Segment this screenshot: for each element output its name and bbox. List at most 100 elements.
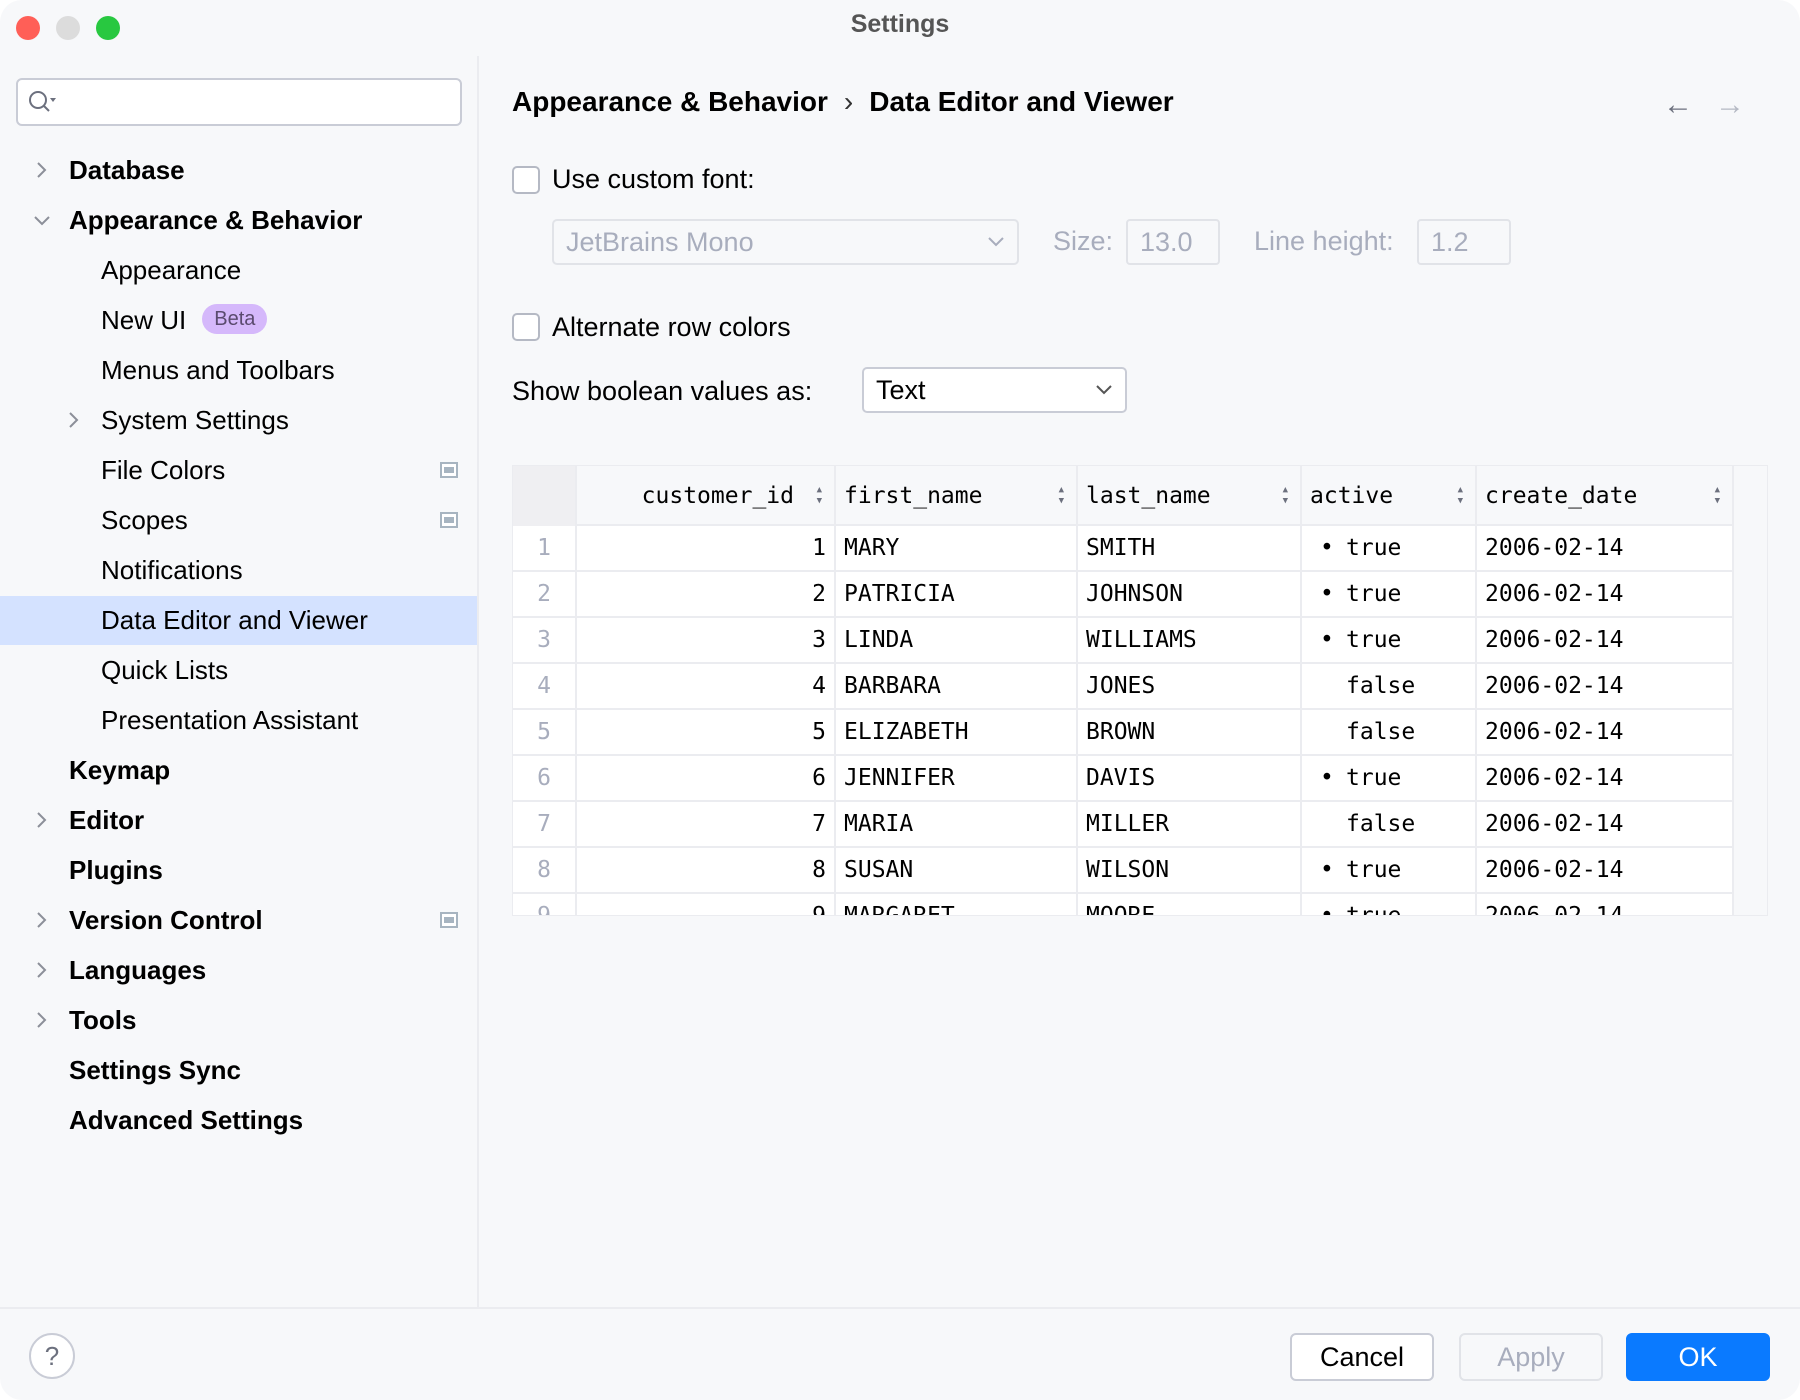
line-height-input[interactable]: 1.2 [1417, 219, 1511, 265]
cell-customer_id[interactable]: 6 [577, 756, 836, 800]
sidebar-item-settings-sync[interactable]: Settings Sync [0, 1046, 477, 1095]
size-input[interactable]: 13.0 [1126, 219, 1220, 265]
sidebar-item-appearance[interactable]: Appearance [0, 246, 477, 295]
cell-active[interactable]: • true [1302, 618, 1477, 662]
sidebar-item-languages[interactable]: Languages [0, 946, 477, 995]
sidebar-item-tools[interactable]: Tools [0, 996, 477, 1045]
cell-customer_id[interactable]: 9 [577, 894, 836, 915]
table-row[interactable]: 2 2 PATRICIA JOHNSON • true 2006-02-14 [513, 572, 1734, 618]
sidebar-item-menus-and-toolbars[interactable]: Menus and Toolbars [0, 346, 477, 395]
cell-active[interactable]: •false [1302, 802, 1477, 846]
cell-first_name[interactable]: LINDA [836, 618, 1078, 662]
column-header-customer_id[interactable]: customer_id ▲ ▼ [577, 466, 836, 526]
sort-arrows-icon[interactable]: ▲ ▼ [1458, 466, 1463, 507]
use-custom-font-checkbox[interactable] [512, 166, 540, 194]
chevron-right-icon[interactable] [32, 946, 52, 995]
sidebar-item-version-control[interactable]: Version Control [0, 896, 477, 945]
cell-active[interactable]: • true [1302, 848, 1477, 892]
chevron-right-icon[interactable] [32, 896, 52, 945]
cell-first_name[interactable]: MARIA [836, 802, 1078, 846]
chevron-right-icon[interactable] [32, 996, 52, 1045]
sidebar-item-database[interactable]: Database [0, 146, 477, 195]
cell-customer_id[interactable]: 1 [577, 526, 836, 570]
sort-arrows-icon[interactable]: ▲ ▼ [1059, 466, 1064, 507]
cell-customer_id[interactable]: 7 [577, 802, 836, 846]
table-row[interactable]: 7 7 MARIA MILLER •false 2006-02-14 [513, 802, 1734, 848]
sidebar-item-plugins[interactable]: Plugins [0, 846, 477, 895]
cell-first_name[interactable]: JENNIFER [836, 756, 1078, 800]
cancel-button[interactable]: Cancel [1290, 1333, 1434, 1381]
boolean-values-dropdown[interactable]: Text [862, 367, 1127, 413]
sidebar-item-new-ui[interactable]: New UI Beta [0, 296, 477, 345]
apply-button[interactable]: Apply [1459, 1333, 1603, 1381]
cell-first_name[interactable]: SUSAN [836, 848, 1078, 892]
sidebar-item-presentation-assistant[interactable]: Presentation Assistant [0, 696, 477, 745]
sort-arrows-icon[interactable]: ▲ ▼ [817, 466, 822, 507]
back-arrow-icon[interactable]: ← [1663, 88, 1693, 122]
cell-last_name[interactable]: MOORE [1078, 894, 1302, 915]
cell-last_name[interactable]: MILLER [1078, 802, 1302, 846]
cell-last_name[interactable]: JOHNSON [1078, 572, 1302, 616]
cell-active[interactable]: •false [1302, 710, 1477, 754]
sidebar-item-editor[interactable]: Editor [0, 796, 477, 845]
cell-first_name[interactable]: MARGARET [836, 894, 1078, 915]
chevron-right-icon[interactable] [32, 796, 52, 845]
cell-first_name[interactable]: PATRICIA [836, 572, 1078, 616]
column-header-first_name[interactable]: first_name ▲ ▼ [836, 466, 1078, 526]
cell-active[interactable]: • true [1302, 894, 1477, 915]
search-input[interactable] [16, 78, 462, 126]
cell-create_date[interactable]: 2006-02-14 [1477, 848, 1734, 892]
cell-last_name[interactable]: BROWN [1078, 710, 1302, 754]
sidebar-item-system-settings[interactable]: System Settings [0, 396, 477, 445]
cell-last_name[interactable]: SMITH [1078, 526, 1302, 570]
table-row[interactable]: 5 5 ELIZABETH BROWN •false 2006-02-14 [513, 710, 1734, 756]
cell-active[interactable]: •false [1302, 664, 1477, 708]
column-header-last_name[interactable]: last_name ▲ ▼ [1078, 466, 1302, 526]
cell-customer_id[interactable]: 2 [577, 572, 836, 616]
cell-last_name[interactable]: WILLIAMS [1078, 618, 1302, 662]
table-row[interactable]: 9 9 MARGARET MOORE • true 2006-02-14 [513, 894, 1734, 915]
cell-last_name[interactable]: JONES [1078, 664, 1302, 708]
cell-create_date[interactable]: 2006-02-14 [1477, 756, 1734, 800]
cell-customer_id[interactable]: 8 [577, 848, 836, 892]
sidebar-item-file-colors[interactable]: File Colors [0, 446, 477, 495]
chevron-down-icon[interactable] [32, 196, 52, 245]
column-header-create_date[interactable]: create_date ▲ ▼ [1477, 466, 1734, 526]
ok-button[interactable]: OK [1626, 1333, 1770, 1381]
cell-customer_id[interactable]: 4 [577, 664, 836, 708]
table-row[interactable]: 1 1 MARY SMITH • true 2006-02-14 [513, 526, 1734, 572]
cell-create_date[interactable]: 2006-02-14 [1477, 526, 1734, 570]
cell-create_date[interactable]: 2006-02-14 [1477, 618, 1734, 662]
chevron-right-icon[interactable] [64, 396, 84, 445]
table-row[interactable]: 3 3 LINDA WILLIAMS • true 2006-02-14 [513, 618, 1734, 664]
sidebar-item-appearance-behavior[interactable]: Appearance & Behavior [0, 196, 477, 245]
cell-customer_id[interactable]: 3 [577, 618, 836, 662]
cell-create_date[interactable]: 2006-02-14 [1477, 572, 1734, 616]
cell-last_name[interactable]: WILSON [1078, 848, 1302, 892]
font-family-dropdown[interactable]: JetBrains Mono [552, 219, 1019, 265]
sidebar-item-scopes[interactable]: Scopes [0, 496, 477, 545]
sidebar-item-advanced-settings[interactable]: Advanced Settings [0, 1096, 477, 1145]
forward-arrow-icon[interactable]: → [1715, 88, 1745, 122]
sidebar-item-notifications[interactable]: Notifications [0, 546, 477, 595]
sort-arrows-icon[interactable]: ▲ ▼ [1283, 466, 1288, 507]
chevron-right-icon[interactable] [32, 146, 52, 195]
table-row[interactable]: 6 6 JENNIFER DAVIS • true 2006-02-14 [513, 756, 1734, 802]
cell-first_name[interactable]: BARBARA [836, 664, 1078, 708]
cell-customer_id[interactable]: 5 [577, 710, 836, 754]
cell-active[interactable]: • true [1302, 526, 1477, 570]
sort-arrows-icon[interactable]: ▲ ▼ [1715, 466, 1720, 507]
cell-last_name[interactable]: DAVIS [1078, 756, 1302, 800]
cell-create_date[interactable]: 2006-02-14 [1477, 710, 1734, 754]
help-button[interactable]: ? [29, 1333, 75, 1379]
cell-create_date[interactable]: 2006-02-14 [1477, 894, 1734, 915]
alternate-row-colors-checkbox[interactable] [512, 313, 540, 341]
cell-create_date[interactable]: 2006-02-14 [1477, 802, 1734, 846]
breadcrumb-parent[interactable]: Appearance & Behavior [512, 86, 828, 117]
sidebar-item-data-editor-and-viewer[interactable]: Data Editor and Viewer [0, 596, 477, 645]
cell-first_name[interactable]: ELIZABETH [836, 710, 1078, 754]
sidebar-item-quick-lists[interactable]: Quick Lists [0, 646, 477, 695]
column-header-active[interactable]: active ▲ ▼ [1302, 466, 1477, 526]
table-row[interactable]: 8 8 SUSAN WILSON • true 2006-02-14 [513, 848, 1734, 894]
cell-active[interactable]: • true [1302, 756, 1477, 800]
